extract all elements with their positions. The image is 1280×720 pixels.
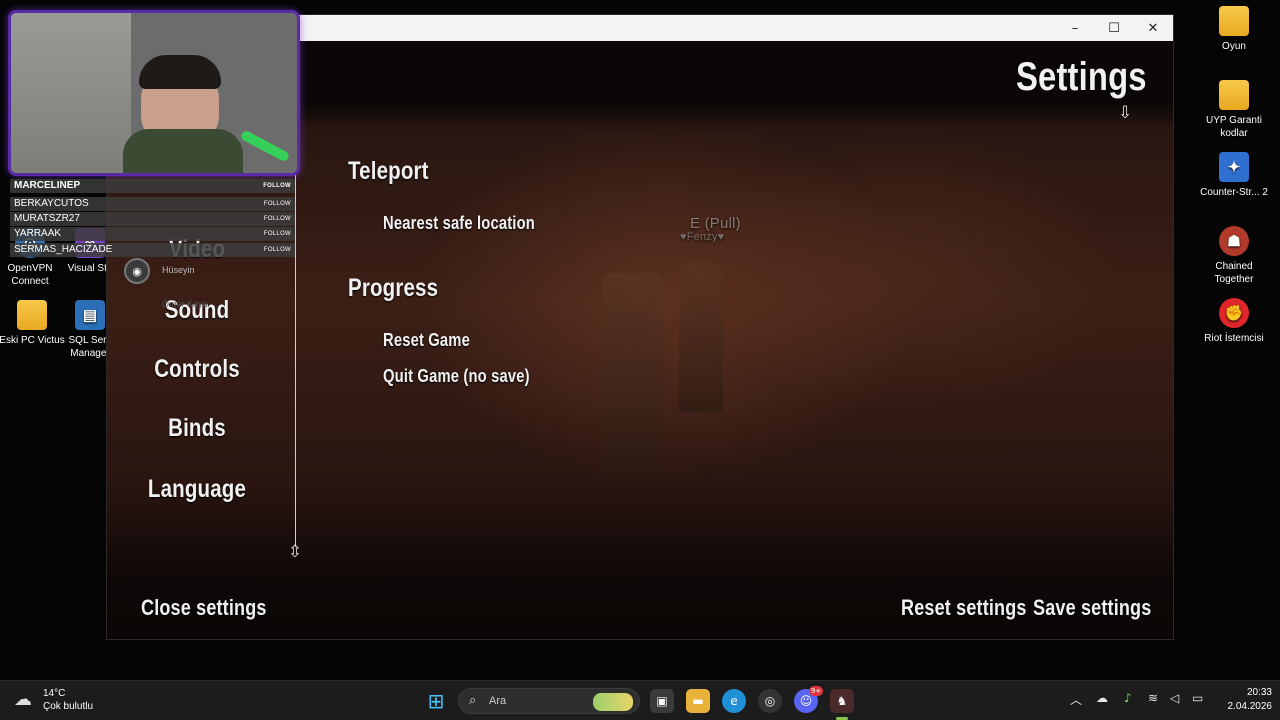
search-highlight-icon	[593, 693, 633, 711]
battery-icon[interactable]: ▭	[1192, 691, 1203, 705]
file-explorer-icon[interactable]: ▬	[686, 689, 710, 713]
desktop-icon-label: Oyun	[1222, 41, 1246, 52]
follower-row: YARRAAK FOLLOW	[10, 227, 295, 241]
scroll-arrow-icon: ⇩	[1118, 103, 1133, 123]
discord-icon: ◉	[124, 258, 150, 284]
desktop-icon-label: Riot İstemcisi	[1204, 333, 1264, 344]
desktop-icon-chained-together[interactable]: ☗ Chained Together	[1198, 226, 1270, 286]
microphone-icon	[239, 129, 291, 163]
search-icon: ⌕	[469, 693, 477, 708]
wifi-icon[interactable]: ≋	[1148, 691, 1158, 705]
microphone-tray-icon[interactable]: ♪	[1124, 691, 1132, 705]
weather-desc[interactable]: Çok bulutlu	[43, 701, 93, 712]
sidebar-item-language[interactable]: Language	[140, 475, 255, 504]
desktop-icon-oyun[interactable]: Oyun	[1198, 6, 1270, 53]
option-reset-game[interactable]: Reset Game	[383, 330, 470, 351]
search-placeholder: Ara	[489, 695, 507, 707]
chevron-up-icon[interactable]: ︿	[1070, 691, 1082, 708]
minimize-button[interactable]: –	[1055, 15, 1095, 41]
obs-icon[interactable]: ◎	[758, 689, 782, 713]
webcam-background	[11, 13, 131, 173]
edge-browser-icon[interactable]: e	[722, 689, 746, 713]
section-heading-progress: Progress	[348, 274, 439, 302]
taskbar-search[interactable]: ⌕ Ara	[458, 688, 640, 714]
discord-voice-user-2: Ömer Kaya	[162, 299, 208, 309]
clock-date[interactable]: 2.04.2026	[1218, 701, 1273, 712]
close-window-button[interactable]: ✕	[1133, 15, 1173, 41]
sidebar-item-binds[interactable]: Binds	[140, 414, 255, 443]
follow-label: FOLLOW	[263, 247, 291, 253]
desktop: Oyun UYP Garanti kodlar ✦ Counter-Str...…	[0, 0, 1280, 720]
follower-row: SERMAS_HACIZADE FOLLOW	[10, 243, 295, 257]
follower-name: MURATSZR27	[14, 213, 80, 224]
folder-icon	[1219, 80, 1249, 110]
chained-together-icon: ☗	[1219, 226, 1249, 256]
follow-label: FOLLOW	[263, 201, 291, 207]
follow-label: FOLLOW	[263, 216, 291, 222]
task-view-icon[interactable]: ▣	[650, 689, 674, 713]
windows-start-icon[interactable]: ⊞	[424, 689, 448, 713]
desktop-icon-uyp-garanti[interactable]: UYP Garanti kodlar	[1198, 80, 1270, 140]
companion-character	[679, 263, 723, 413]
follower-name: YARRAAK	[14, 228, 62, 239]
game-taskbar-icon[interactable]: ♞	[830, 689, 854, 713]
desktop-icon-label: Chained Together	[1214, 261, 1254, 285]
scroll-handle-icon[interactable]: ⇳	[287, 541, 303, 563]
follower-row: BERKAYCUTOS FOLLOW	[10, 197, 295, 211]
weather-temp[interactable]: 14°C	[43, 688, 65, 699]
sql-server-icon: ▤	[75, 300, 105, 330]
follower-row: MARCELINEP FOLLOW	[10, 179, 295, 193]
player-nametag: ♥Fenzy♥	[680, 231, 725, 243]
clock-time[interactable]: 20:33	[1228, 687, 1272, 698]
desktop-icon-riot-client[interactable]: ✊ Riot İstemcisi	[1198, 298, 1270, 345]
follower-name: BERKAYCUTOS	[14, 198, 89, 209]
webcam-person-hair	[139, 55, 221, 89]
riot-client-icon: ✊	[1219, 298, 1249, 328]
follower-name: MARCELINEP	[14, 180, 81, 191]
option-nearest-safe-location[interactable]: Nearest safe location	[383, 213, 535, 234]
follow-label: FOLLOW	[263, 231, 291, 237]
counter-strike-icon: ✦	[1219, 152, 1249, 182]
close-settings-button[interactable]: Close settings	[141, 595, 267, 621]
settings-title: Settings	[1016, 55, 1147, 99]
discord-badge: 9+	[809, 686, 823, 696]
webcam-overlay	[8, 10, 300, 176]
volume-icon[interactable]: ◁	[1170, 691, 1179, 705]
weather-icon[interactable]: ☁	[14, 689, 38, 711]
follower-name: SERMAS_HACIZADE	[14, 244, 113, 255]
desktop-icon-label: UYP Garanti kodlar	[1206, 115, 1262, 139]
reset-settings-button[interactable]: Reset settings	[901, 595, 1027, 621]
desktop-icon-counter-strike[interactable]: ✦ Counter-Str... 2	[1198, 152, 1270, 199]
player-character	[602, 273, 662, 473]
interaction-hint: E (Pull)	[690, 215, 741, 232]
folder-icon	[1219, 6, 1249, 36]
option-quit-game[interactable]: Quit Game (no save)	[383, 366, 530, 387]
section-heading-teleport: Teleport	[348, 157, 429, 185]
discord-voice-user: Hüseyin	[162, 265, 195, 275]
webcam-person-shirt	[123, 129, 243, 173]
maximize-button[interactable]: ☐	[1094, 15, 1134, 41]
save-settings-button[interactable]: Save settings	[1033, 595, 1151, 621]
folder-icon	[17, 300, 47, 330]
desktop-icon-label: Counter-Str... 2	[1200, 187, 1268, 198]
taskbar: ☁ 14°C Çok bulutlu ⊞ ⌕ Ara ▣ ▬ e ◎ ☺ 9+ …	[0, 680, 1280, 720]
onedrive-icon[interactable]: ☁	[1096, 691, 1108, 705]
sidebar-item-controls[interactable]: Controls	[140, 355, 255, 384]
follow-label: FOLLOW	[263, 183, 291, 189]
sidebar-divider	[295, 111, 296, 547]
follower-row: MURATSZR27 FOLLOW	[10, 212, 295, 226]
